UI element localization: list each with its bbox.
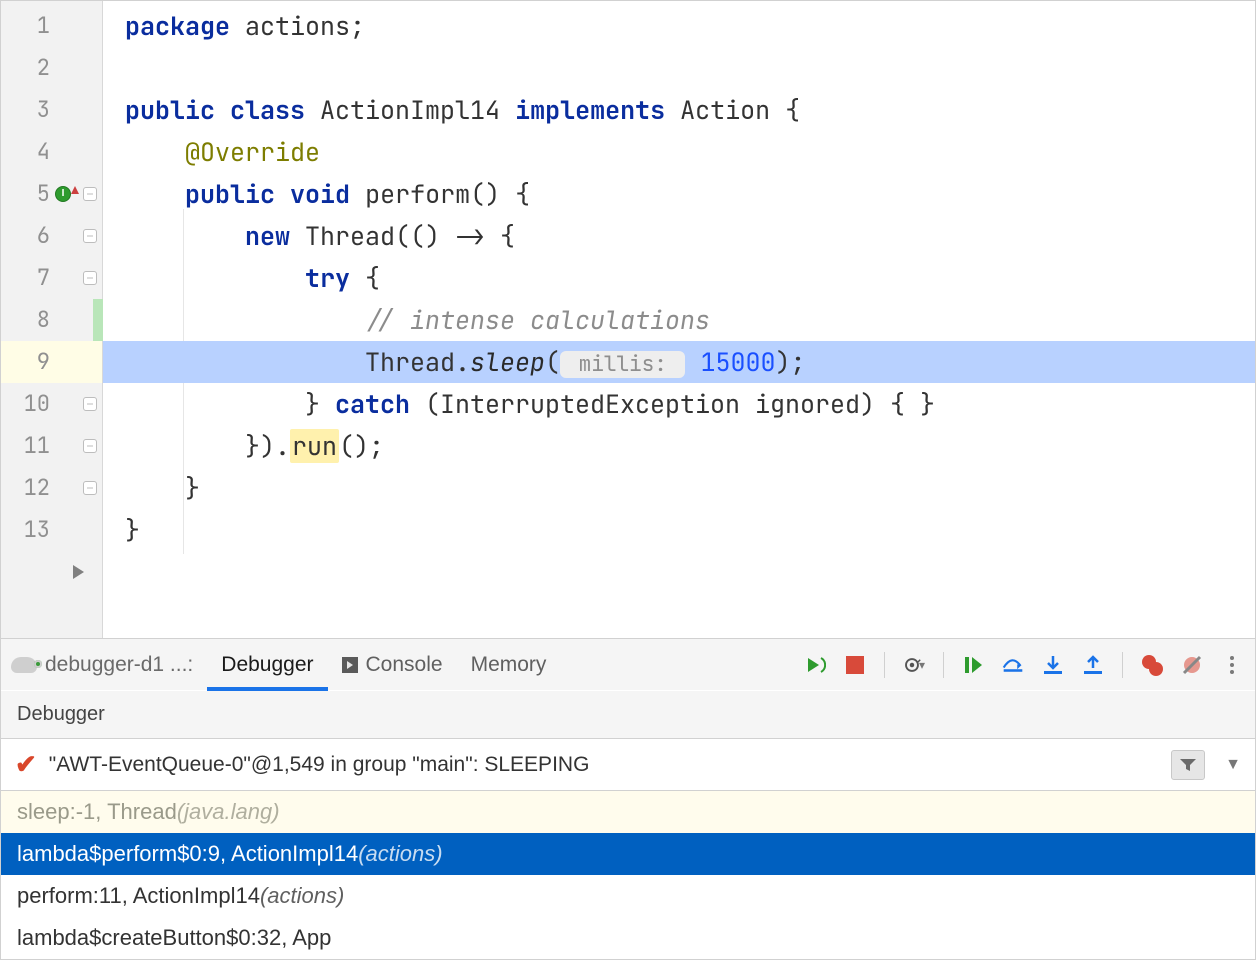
line-number: 7 bbox=[37, 257, 50, 299]
gutter-line[interactable]: 5 I bbox=[1, 173, 102, 215]
gutter-line: 6 bbox=[1, 215, 102, 257]
gutter-line: 11 bbox=[1, 425, 102, 467]
line-number: 6 bbox=[37, 215, 50, 257]
line-number: 10 bbox=[24, 383, 50, 425]
warning-highlight: run bbox=[290, 429, 339, 463]
gutter: 1 2 3 4 5 I bbox=[1, 1, 103, 638]
stack-frame[interactable]: sleep:-1, Thread (java.lang) bbox=[1, 791, 1255, 833]
fold-handle-icon[interactable] bbox=[83, 271, 97, 285]
mute-breakpoints-icon[interactable] bbox=[1181, 654, 1203, 676]
code-line[interactable]: }).run(); bbox=[103, 425, 1255, 467]
gutter-line: 8 bbox=[1, 299, 102, 341]
override-gutter-icon[interactable]: I bbox=[55, 186, 71, 202]
filter-icon[interactable] bbox=[1171, 750, 1205, 780]
stop-icon[interactable] bbox=[844, 654, 866, 676]
step-into-icon[interactable] bbox=[1042, 654, 1064, 676]
chevron-down-icon[interactable]: ▼ bbox=[1225, 756, 1241, 774]
more-icon[interactable] bbox=[1221, 654, 1243, 676]
rerun-icon[interactable] bbox=[804, 654, 826, 676]
gutter-line: 7 bbox=[1, 257, 102, 299]
stack-frame[interactable]: lambda$createButton$0:32, App bbox=[1, 917, 1255, 959]
gutter-line: 10 bbox=[1, 383, 102, 425]
line-number: 13 bbox=[24, 509, 50, 551]
fold-handle-icon[interactable] bbox=[83, 229, 97, 243]
code-line[interactable]: package actions; bbox=[103, 5, 1255, 47]
tab-debugger[interactable]: Debugger bbox=[207, 639, 327, 691]
fold-handle-icon[interactable] bbox=[83, 481, 97, 495]
debug-tabs: Debugger Console Memory bbox=[207, 639, 560, 691]
ide-window: 1 2 3 4 5 I bbox=[0, 0, 1256, 960]
show-execution-point-icon[interactable]: ▾ bbox=[903, 654, 925, 676]
code-line[interactable]: } bbox=[103, 467, 1255, 509]
fold-handle-icon[interactable] bbox=[83, 397, 97, 411]
debug-action-toolbar: ▾ bbox=[804, 652, 1243, 678]
stack-frame[interactable]: perform:11, ActionImpl14 (actions) bbox=[1, 875, 1255, 917]
gutter-line: 12 bbox=[1, 467, 102, 509]
tab-console[interactable]: Console bbox=[328, 639, 457, 691]
gutter-line: 4 bbox=[1, 131, 102, 173]
code-line[interactable]: @Override bbox=[103, 131, 1255, 173]
thread-selector[interactable]: ✔ "AWT-EventQueue-0"@1,549 in group "mai… bbox=[1, 739, 1255, 791]
execution-line[interactable]: Thread.sleep( millis: 15000); bbox=[103, 341, 1255, 383]
fold-handle-icon[interactable] bbox=[83, 439, 97, 453]
line-number: 2 bbox=[37, 47, 50, 89]
line-number: 9 bbox=[37, 341, 50, 383]
view-breakpoints-icon[interactable] bbox=[1141, 654, 1163, 676]
code-line[interactable]: public class ActionImpl14 implements Act… bbox=[103, 89, 1255, 131]
code-area[interactable]: package actions; public class ActionImpl… bbox=[103, 1, 1255, 638]
code-line[interactable]: try { bbox=[103, 257, 1255, 299]
turtle-icon bbox=[11, 657, 37, 673]
tab-memory[interactable]: Memory bbox=[457, 639, 561, 691]
thread-status-icon: ✔ bbox=[15, 749, 37, 780]
gutter-line: 2 bbox=[1, 47, 102, 89]
code-line[interactable] bbox=[103, 47, 1255, 89]
code-line[interactable]: } catch (InterruptedException ignored) {… bbox=[103, 383, 1255, 425]
line-number: 11 bbox=[24, 425, 50, 467]
gutter-line: 13 bbox=[1, 509, 102, 551]
run-config-label[interactable]: debugger-d1 ...: bbox=[11, 653, 193, 677]
step-over-icon[interactable] bbox=[1002, 654, 1024, 676]
parameter-hint: millis: bbox=[560, 351, 685, 378]
play-gutter-icon[interactable] bbox=[73, 565, 84, 579]
console-icon bbox=[342, 657, 358, 673]
line-number: 12 bbox=[24, 467, 50, 509]
line-number: 5 bbox=[37, 173, 50, 215]
gutter-line bbox=[1, 551, 102, 593]
gutter-line: 3 bbox=[1, 89, 102, 131]
stack-frame[interactable]: lambda$perform$0:9, ActionImpl14 (action… bbox=[1, 833, 1255, 875]
debug-panel: debugger-d1 ...: Debugger Console Memory bbox=[1, 638, 1255, 959]
line-number: 1 bbox=[37, 5, 50, 47]
gutter-line: 9 bbox=[1, 341, 102, 383]
frames-list: sleep:-1, Thread (java.lang) lambda$perf… bbox=[1, 791, 1255, 959]
line-number: 3 bbox=[37, 89, 50, 131]
debugger-subheader: Debugger bbox=[1, 691, 1255, 739]
code-line[interactable] bbox=[103, 551, 1255, 593]
line-number: 4 bbox=[37, 131, 50, 173]
resume-icon[interactable] bbox=[962, 654, 984, 676]
gutter-line: 1 bbox=[1, 5, 102, 47]
code-editor[interactable]: 1 2 3 4 5 I bbox=[1, 1, 1255, 638]
code-line[interactable]: // intense calculations bbox=[103, 299, 1255, 341]
step-out-icon[interactable] bbox=[1082, 654, 1104, 676]
code-line[interactable]: public void perform() { bbox=[103, 173, 1255, 215]
debug-toolbar: debugger-d1 ...: Debugger Console Memory bbox=[1, 639, 1255, 691]
code-line[interactable]: new Thread(() -> { bbox=[103, 215, 1255, 257]
thread-status-text: "AWT-EventQueue-0"@1,549 in group "main"… bbox=[49, 753, 590, 777]
line-number: 8 bbox=[37, 299, 50, 341]
fold-handle-icon[interactable] bbox=[83, 187, 97, 201]
code-line[interactable]: } bbox=[103, 509, 1255, 551]
